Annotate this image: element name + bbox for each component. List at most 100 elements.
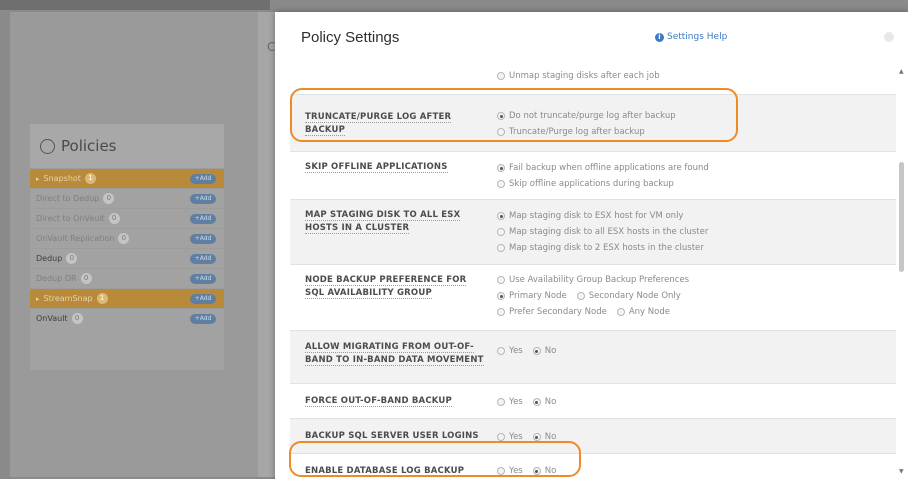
radio-icon[interactable] [497,164,505,172]
add-policy-button[interactable]: +Add [190,234,216,244]
settings-help-label: Settings Help [667,32,728,42]
radio-icon[interactable] [497,244,505,252]
policy-row-label: Dedup [36,254,63,263]
option-label: Primary Node [509,291,567,301]
option-line: Yes No [497,394,556,410]
option-label: Skip offline applications during backup [509,179,674,189]
policy-count-badge: 0 [66,253,78,264]
policies-panel: Policies ▸ Snapshot 1 +Add Direct to Dedup 0 +… [30,124,224,370]
radio-icon[interactable] [576,292,585,300]
radio-icon[interactable] [497,398,505,406]
option-label: Map staging disk to ESX host for VM only [509,211,684,221]
add-policy-button[interactable]: +Add [190,254,216,264]
scroll-up-icon[interactable]: ▲ [899,68,904,75]
option-line: Primary Node Secondary Node Only [497,288,689,304]
policies-title-label: Policies [61,137,117,155]
option-label: Unmap staging disks after each job [509,71,660,81]
option-line: Skip offline applications during backup [497,176,709,192]
option-label: Prefer Secondary Node [509,307,607,317]
radio-icon[interactable] [532,433,541,441]
highlight-truncate-setting [290,88,738,142]
policy-row-label: OnVault Replication [36,234,115,243]
setting-label-text: SKIP OFFLINE APPLICATIONS [305,162,448,173]
policy-row[interactable]: Direct to OnVault 0 +Add [30,208,224,228]
expand-arrow-icon[interactable]: ▸ [36,295,40,303]
add-policy-button[interactable]: +Add [190,174,216,184]
radio-icon[interactable] [532,398,541,406]
setting-row: FORCE OUT-OF-BAND BACKUP Yes No [290,384,896,419]
policy-row-label: Direct to OnVault [36,214,105,223]
policy-row[interactable]: Dedup 0 +Add [30,248,224,268]
highlight-log-backup-setting [289,441,581,477]
option-label: Map staging disk to all ESX hosts in the… [509,227,709,237]
option-line: Map staging disk to all ESX hosts in the… [497,224,708,240]
policies-ring-icon [40,138,55,154]
add-policy-button[interactable]: +Add [190,294,216,304]
setting-options: Yes No [497,343,556,359]
setting-label-text: FORCE OUT-OF-BAND BACKUP [305,396,452,407]
policy-row[interactable]: Direct to Dedup 0 +Add [30,188,224,208]
scrollbar[interactable]: ▲ ▼ [898,62,906,479]
setting-options: Yes No [497,394,556,410]
setting-row: ALLOW MIGRATING FROM OUT-OF-BAND TO IN-B… [290,331,896,384]
option-line: Yes No [497,343,556,359]
setting-row: SKIP OFFLINE APPLICATIONS Fail backup whe… [290,152,896,200]
policy-row-label: Snapshot [43,174,81,183]
radio-icon[interactable] [497,276,505,284]
setting-label-text: MAP STAGING DISK TO ALL ESX HOSTS IN A C… [305,210,461,234]
add-policy-button[interactable]: +Add [190,194,216,204]
setting-label: MAP STAGING DISK TO ALL ESX HOSTS IN A C… [305,209,485,235]
add-policy-button[interactable]: +Add [190,314,216,324]
option-unmap-staging[interactable]: Unmap staging disks after each job [497,68,660,84]
modal-title: Policy Settings [301,29,400,46]
policy-row-label: Dedup DR [36,274,77,283]
option-label: Map staging disk to 2 ESX hosts in the c… [509,243,704,253]
radio-icon[interactable] [497,347,505,355]
scroll-thumb[interactable] [899,162,904,272]
add-policy-button[interactable]: +Add [190,214,216,224]
policies-title: Policies [30,124,224,168]
policy-row[interactable]: OnVault Replication 0 +Add [30,228,224,248]
close-icon[interactable] [884,32,894,42]
policy-count-badge: 0 [80,273,92,284]
policy-row[interactable]: ▸ Snapshot 1 +Add [30,168,224,188]
settings-help-link[interactable]: i Settings Help [655,32,727,42]
radio-icon[interactable] [497,72,505,80]
radio-icon[interactable] [497,292,505,300]
policy-row-label: Direct to Dedup [36,194,100,203]
setting-label-text: NODE BACKUP PREFERENCE FOR SQL AVAILABIL… [305,275,467,299]
radio-icon[interactable] [497,212,505,220]
policy-count-badge: 0 [71,313,83,324]
setting-row: MAP STAGING DISK TO ALL ESX HOSTS IN A C… [290,200,896,265]
policy-row[interactable]: ▸ StreamSnap 1 +Add [30,288,224,308]
radio-icon[interactable] [497,308,505,316]
policy-row-label: OnVault [36,314,68,323]
radio-icon[interactable] [616,308,625,316]
policy-count-badge: 1 [96,293,108,304]
option-line: Map staging disk to ESX host for VM only [497,208,708,224]
option-label: Fail backup when offline applications ar… [509,163,709,173]
radio-icon[interactable] [532,347,541,355]
option-label: Use Availability Group Backup Preference… [509,275,690,285]
radio-icon[interactable] [497,433,505,441]
policy-count-badge: 0 [103,193,115,204]
expand-arrow-icon[interactable]: ▸ [36,175,40,183]
policy-settings-modal: Policy Settings i Settings Help Unmap st… [275,12,908,479]
option-label: No [544,397,557,407]
scroll-down-icon[interactable]: ▼ [899,468,904,475]
setting-row: NODE BACKUP PREFERENCE FOR SQL AVAILABIL… [290,265,896,331]
policy-row[interactable]: OnVault 0 +Add [30,308,224,328]
option-label: Yes [509,397,523,407]
setting-options: Fail backup when offline applications ar… [497,160,709,192]
setting-options: Map staging disk to ESX host for VM only… [497,208,708,256]
add-policy-button[interactable]: +Add [190,274,216,284]
background-top-bar [0,0,270,10]
option-line: Map staging disk to 2 ESX hosts in the c… [497,240,708,256]
radio-icon[interactable] [497,228,505,236]
radio-icon[interactable] [497,180,505,188]
policy-row-label: StreamSnap [43,294,93,303]
policy-count-badge: 0 [118,233,130,244]
setting-label: SKIP OFFLINE APPLICATIONS [305,161,485,174]
policy-row[interactable]: Dedup DR 0 +Add [30,268,224,288]
info-icon: i [655,32,664,42]
